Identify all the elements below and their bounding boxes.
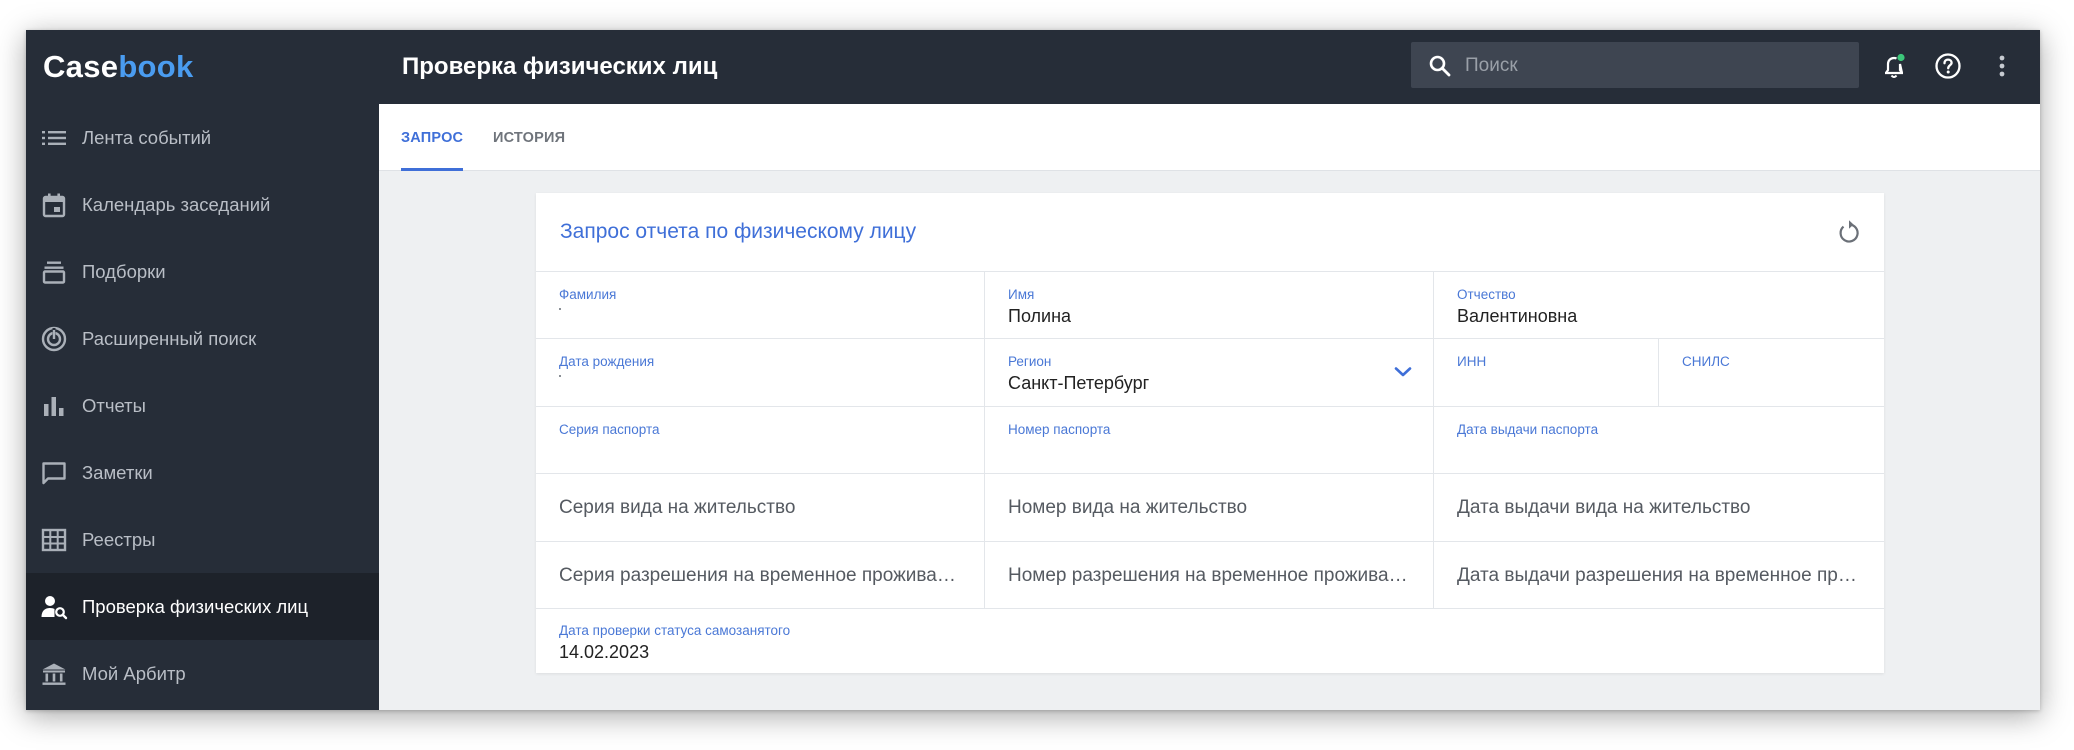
table-icon [41, 528, 67, 552]
sidebar-item-reports[interactable]: Отчеты [26, 372, 379, 439]
search-box[interactable] [1411, 42, 1859, 90]
app-window: Casebook Проверка физических лиц Поиск Л… [26, 30, 2040, 710]
snils-field[interactable]: СНИЛС [1659, 339, 1884, 407]
sidebar-item-label: Проверка физических лиц [82, 596, 309, 617]
region-select[interactable]: Регион Санкт-Петербург [985, 339, 1434, 407]
field-label: Серия паспорта [559, 422, 660, 437]
tab-history[interactable]: ИСТОРИЯ [493, 104, 565, 170]
field-placeholder: Номер разрешения на временное проживание [1008, 565, 1415, 586]
field-placeholder: Серия вида на жительство [559, 497, 796, 518]
sidebar-item-collections[interactable]: Подборки [26, 238, 379, 305]
bar-chart-icon [44, 397, 64, 416]
sidebar-item-feed[interactable]: Лента событий [26, 104, 379, 171]
top-bar: Casebook Проверка физических лиц [26, 30, 2040, 104]
field-value: Валентиновна [1457, 306, 1578, 326]
field-value: Санкт-Петербург [1008, 373, 1150, 393]
temp-permit-number-field[interactable]: Номер разрешения на временное проживание [985, 542, 1434, 609]
temp-permit-series-field[interactable]: Серия разрешения на временное проживание [536, 542, 985, 609]
calendar-icon [42, 193, 66, 218]
field-label: Фамилия [559, 287, 617, 302]
passport-number-field[interactable]: Номер паспорта [985, 407, 1434, 474]
field-value: Полина [1008, 306, 1072, 326]
logo-text-case: Case [43, 49, 119, 84]
sidebar-item-registries[interactable]: Реестры [26, 506, 379, 573]
residence-series-field[interactable]: Серия вида на жительство [536, 474, 985, 542]
sidebar-item-label: Заметки [82, 462, 153, 483]
sidebar-item-label: Отчеты [82, 395, 146, 416]
list-icon [42, 131, 66, 145]
sidebar-item-label: Мой Арбитр [82, 663, 186, 684]
tab-request[interactable]: ЗАПРОС [401, 104, 463, 170]
field-label: Регион [1008, 354, 1052, 369]
collections-icon [42, 261, 66, 284]
sidebar-item-label: Лента событий [82, 127, 212, 148]
search-input[interactable] [1463, 42, 1847, 90]
field-label: Дата проверки статуса самозанятого [559, 623, 791, 638]
field-placeholder: Дата выдачи разрешения на временное прож… [1457, 565, 1866, 586]
bank-icon [42, 663, 66, 685]
sidebar-item-advanced-search[interactable]: Расширенный поиск [26, 305, 379, 372]
notification-bell-icon[interactable] [1878, 50, 1910, 82]
field-value: 14.02.2023 [559, 642, 650, 662]
field-label: Имя [1008, 287, 1035, 302]
request-form-card: Запрос отчета по физическому лицу Фамили… [536, 193, 1884, 673]
sidebar-item-label: Расширенный поиск [82, 328, 257, 349]
birth-date-field[interactable]: Дата рождения [536, 339, 985, 407]
sidebar-item-label: Подборки [82, 261, 166, 282]
reset-icon[interactable] [1834, 217, 1864, 247]
field-placeholder: Дата выдачи вида на жительство [1457, 497, 1751, 518]
field-label: Отчество [1457, 287, 1516, 302]
passport-series-field[interactable]: Серия паспорта [536, 407, 985, 474]
tab-bar: ЗАПРОС ИСТОРИЯ [379, 104, 2040, 171]
help-icon[interactable] [1932, 50, 1964, 82]
search-icon [1429, 55, 1451, 77]
sidebar-item-my-arbitr[interactable]: Мой Арбитр [26, 640, 379, 707]
active-tab-indicator [401, 168, 463, 171]
field-label: СНИЛС [1682, 354, 1730, 369]
advanced-search-icon [41, 326, 67, 352]
name-field[interactable]: Имя Полина [985, 272, 1434, 339]
sidebar-item-notes[interactable]: Заметки [26, 439, 379, 506]
sidebar-item-label: Календарь заседаний [82, 194, 271, 215]
field-placeholder: Серия разрешения на временное проживание [559, 565, 966, 586]
page-title: Проверка физических лиц [402, 53, 718, 80]
field-label: Дата рождения [559, 354, 655, 369]
patronymic-field[interactable]: Отчество Валентиновна [1434, 272, 1884, 339]
note-icon [42, 462, 66, 485]
field-label: Номер паспорта [1008, 422, 1111, 437]
inn-field[interactable]: ИНН [1434, 339, 1659, 407]
empty-value-mark [559, 375, 561, 377]
empty-value-mark [559, 308, 561, 310]
chevron-down-icon[interactable] [1393, 365, 1413, 379]
field-label: ИНН [1457, 354, 1487, 369]
field-label: Дата выдачи паспорта [1457, 422, 1599, 437]
more-vert-icon[interactable] [1986, 50, 2018, 82]
residence-date-field[interactable]: Дата выдачи вида на жительство [1434, 474, 1884, 542]
field-placeholder: Номер вида на жительство [1008, 497, 1248, 518]
selfemployed-date-field[interactable]: Дата проверки статуса самозанятого 14.02… [536, 609, 1884, 673]
passport-date-field[interactable]: Дата выдачи паспорта [1434, 407, 1884, 474]
logo-text-book: book [118, 49, 194, 84]
surname-field[interactable]: Фамилия [536, 272, 985, 339]
form-title: Запрос отчета по физическому лицу [560, 220, 917, 243]
person-search-icon [41, 596, 68, 620]
sidebar-item-calendar[interactable]: Календарь заседаний [26, 171, 379, 238]
sidebar: Лента событий Календарь заседаний Подбор… [26, 104, 379, 710]
logo[interactable]: Casebook [43, 30, 194, 104]
residence-number-field[interactable]: Номер вида на жительство [985, 474, 1434, 542]
temp-permit-date-field[interactable]: Дата выдачи разрешения на временное прож… [1434, 542, 1884, 609]
sidebar-item-label: Реестры [82, 529, 156, 550]
sidebar-item-person-check[interactable]: Проверка физических лиц [26, 573, 379, 640]
